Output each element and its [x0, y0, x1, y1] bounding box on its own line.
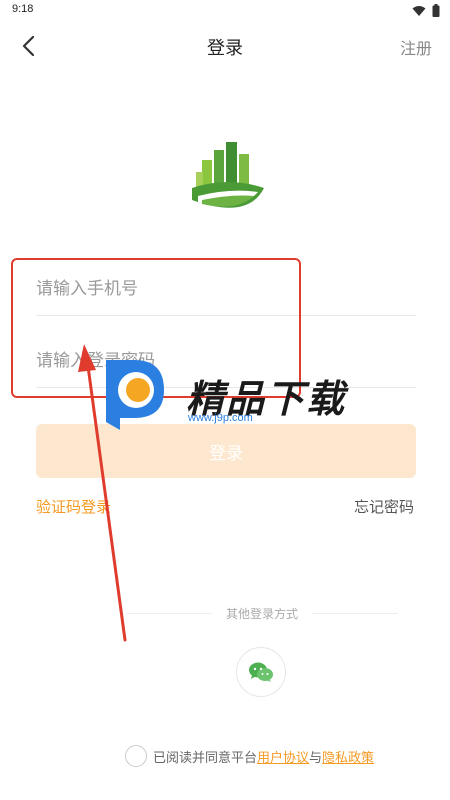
phone-input[interactable]: [36, 262, 416, 316]
status-icons: [412, 4, 440, 17]
wechat-login-button[interactable]: [236, 647, 286, 697]
register-link[interactable]: 注册: [400, 35, 432, 59]
page-title: 登录: [207, 38, 243, 59]
other-login-title: 其他登录方式: [226, 606, 299, 621]
status-time: 9:18: [12, 3, 34, 15]
app-logo-icon: [192, 142, 264, 208]
password-field-row: [36, 334, 416, 388]
login-button[interactable]: 登录: [36, 424, 416, 478]
divider-line-right: [312, 612, 399, 614]
phone-field-row: [36, 262, 416, 316]
agreement-prefix: 已阅读并同意平台: [153, 750, 258, 766]
battery-icon: [432, 4, 440, 17]
privacy-policy-link[interactable]: 隐私政策: [322, 747, 374, 766]
user-agreement-link[interactable]: 用户协议: [257, 747, 309, 766]
annotation-arrow: [78, 344, 127, 642]
nav-bar: 登录 注册: [0, 22, 450, 70]
status-bar: 9:18: [0, 0, 450, 22]
divider-line-left: [126, 612, 212, 614]
watermark-url: www.j9p.com: [188, 412, 253, 424]
agreement-row: 已阅读并同意平台 用户协议 与 隐私政策: [125, 745, 374, 767]
agreement-and: 与: [309, 750, 323, 766]
agree-checkbox[interactable]: [125, 745, 147, 767]
sms-login-link[interactable]: 验证码登录: [36, 496, 111, 517]
other-login-divider: 其他登录方式: [126, 604, 399, 622]
login-form: [36, 262, 416, 388]
forgot-password-link[interactable]: 忘记密码: [354, 496, 414, 517]
password-input[interactable]: [36, 334, 416, 388]
wifi-icon: [412, 5, 426, 16]
wechat-icon: [249, 662, 273, 682]
